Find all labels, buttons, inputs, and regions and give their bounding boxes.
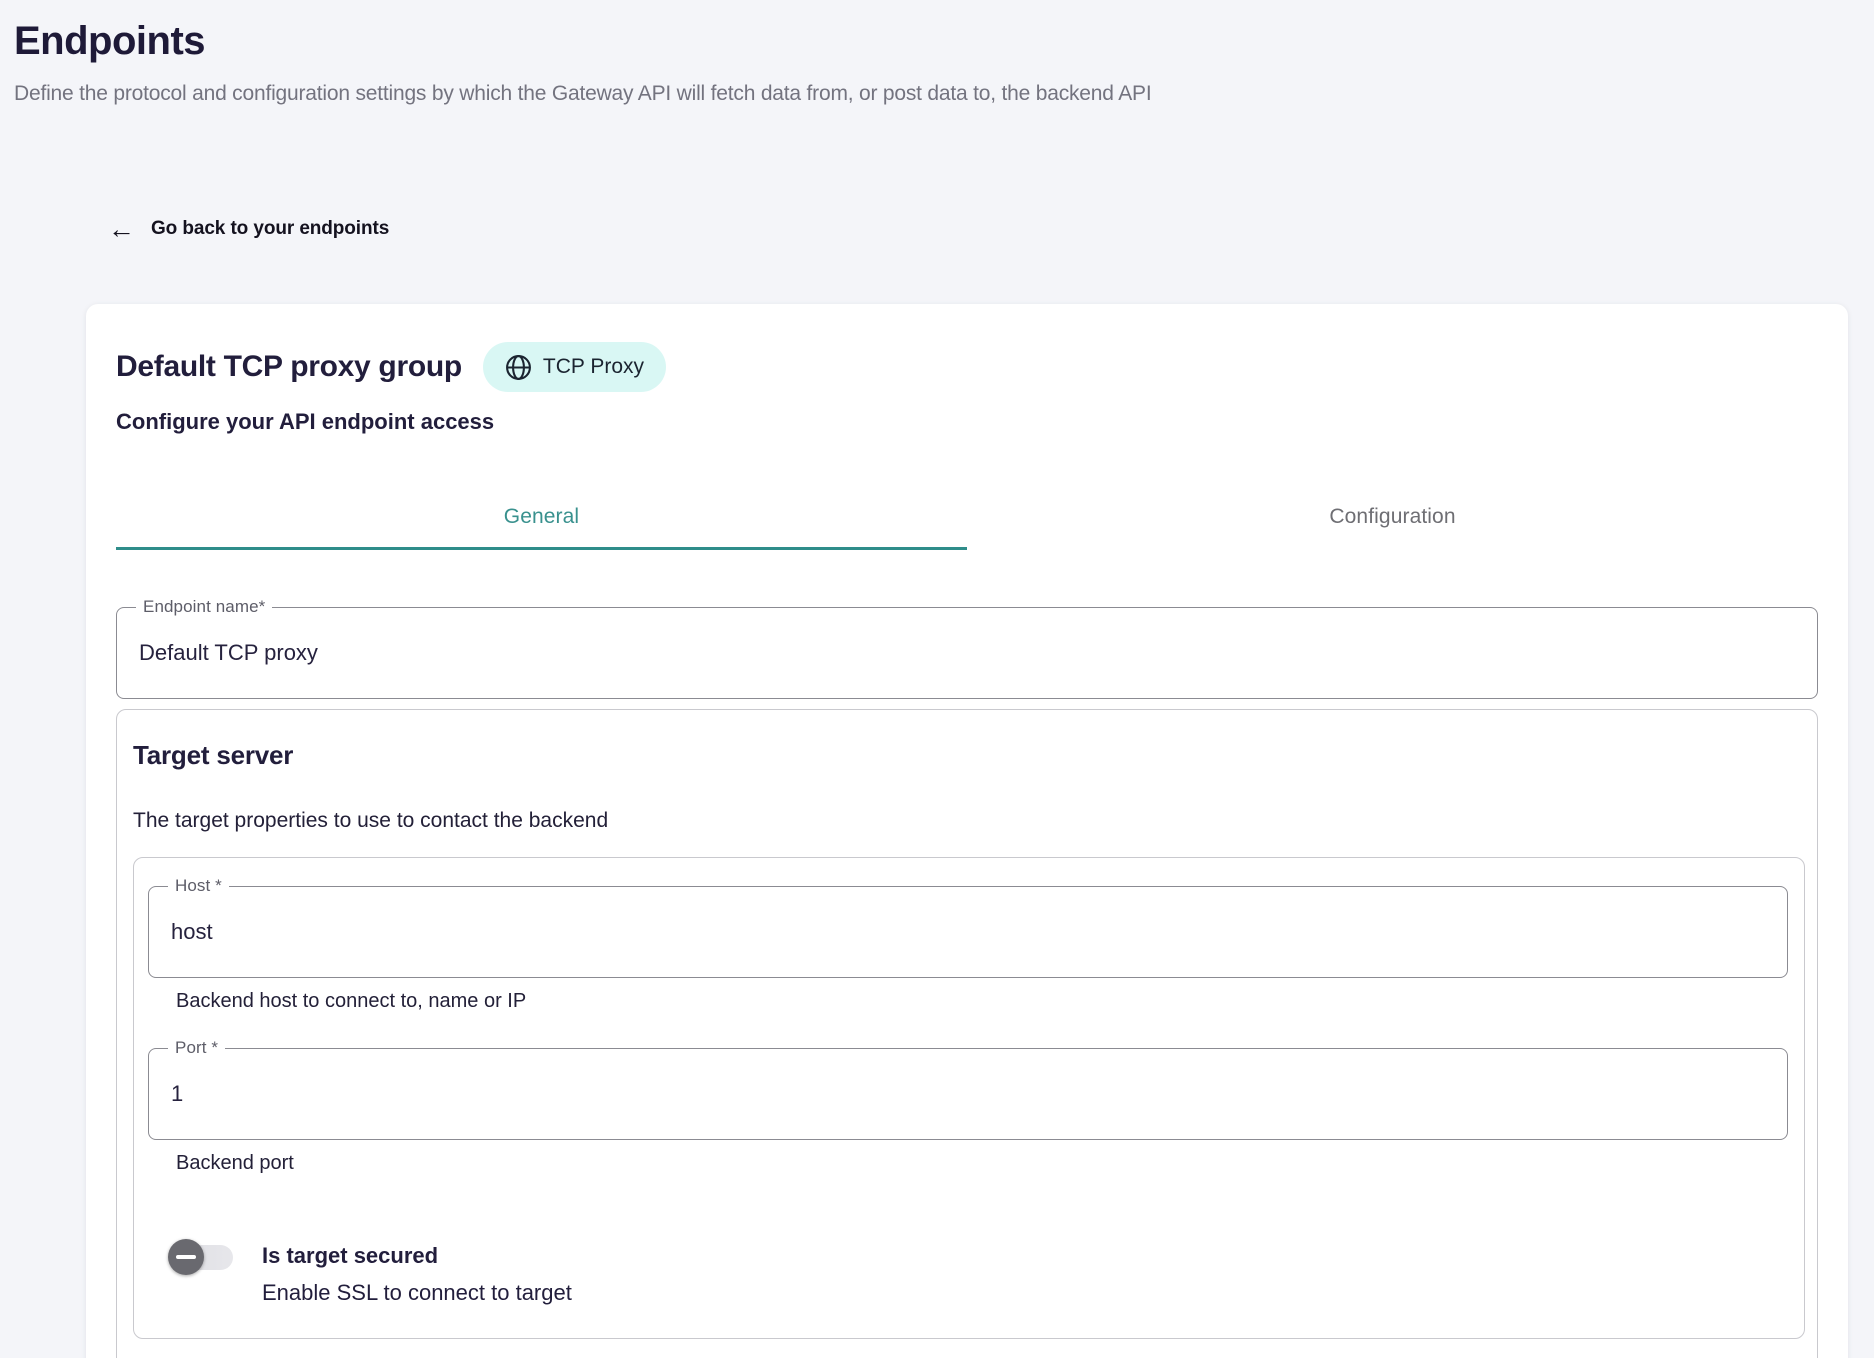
toggle-texts: Is target secured Enable SSL to connect … — [262, 1239, 572, 1308]
tab-configuration[interactable]: Configuration — [967, 491, 1818, 550]
card-title: Default TCP proxy group — [116, 350, 462, 384]
endpoint-name-field: Endpoint name* — [116, 607, 1818, 699]
toggle-description: Enable SSL to connect to target — [262, 1278, 572, 1308]
protocol-badge-label: TCP Proxy — [543, 355, 644, 379]
tab-bar: General Configuration — [116, 491, 1818, 550]
page-subtitle: Define the protocol and configuration se… — [14, 82, 1874, 106]
globe-icon — [505, 354, 532, 381]
target-server-description: The target properties to use to contact … — [133, 809, 1805, 833]
back-link[interactable]: ← Go back to your endpoints — [108, 216, 389, 242]
is-target-secured-row: Is target secured Enable SSL to connect … — [148, 1239, 1788, 1308]
target-server-fields-group: Host * Backend host to connect to, name … — [133, 857, 1805, 1339]
endpoints-page: Endpoints Define the protocol and config… — [0, 0, 1874, 1358]
endpoint-name-input[interactable] — [116, 607, 1818, 699]
back-link-label: Go back to your endpoints — [151, 218, 389, 240]
port-field: Port * — [148, 1048, 1788, 1140]
card-subtitle: Configure your API endpoint access — [116, 409, 1818, 435]
host-input[interactable] — [148, 886, 1788, 978]
minus-icon — [168, 1239, 204, 1275]
toggle-title: Is target secured — [262, 1241, 572, 1271]
target-server-title: Target server — [133, 740, 1805, 771]
port-label: Port * — [168, 1038, 225, 1058]
target-server-section: Target server The target properties to u… — [116, 709, 1818, 1358]
tab-general[interactable]: General — [116, 491, 967, 550]
is-target-secured-toggle[interactable] — [168, 1239, 234, 1275]
card-title-row: Default TCP proxy group TCP Proxy — [116, 342, 1818, 392]
host-field: Host * — [148, 886, 1788, 978]
port-input[interactable] — [148, 1048, 1788, 1140]
page-title: Endpoints — [14, 16, 1874, 66]
protocol-badge: TCP Proxy — [483, 342, 666, 392]
host-helper-text: Backend host to connect to, name or IP — [176, 990, 1788, 1013]
back-arrow-icon: ← — [108, 216, 135, 242]
port-helper-text: Backend port — [176, 1152, 1788, 1175]
endpoint-name-label: Endpoint name* — [136, 597, 272, 617]
endpoint-card: Default TCP proxy group TCP Proxy Config… — [86, 304, 1848, 1358]
host-label: Host * — [168, 876, 229, 896]
